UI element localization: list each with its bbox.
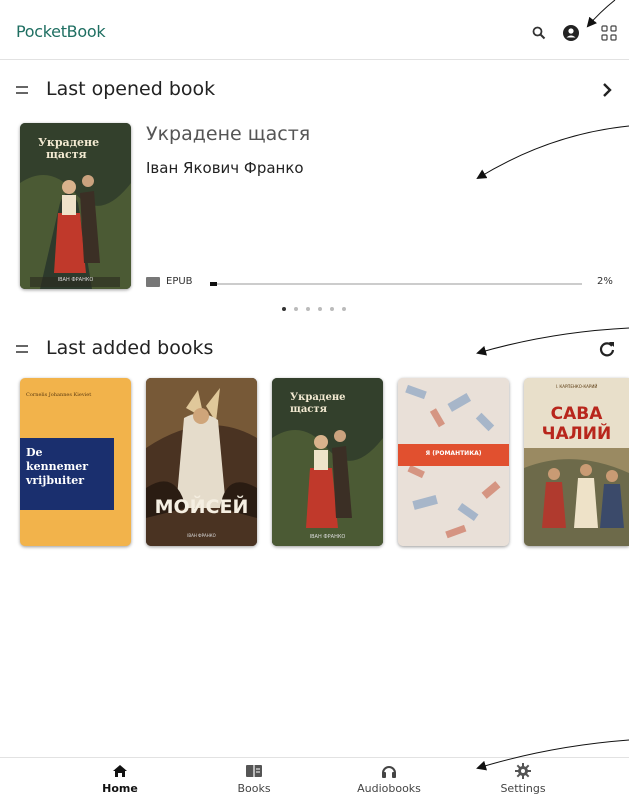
headphones-icon bbox=[344, 760, 434, 782]
carousel-dot[interactable] bbox=[294, 307, 298, 311]
carousel-dot[interactable] bbox=[318, 307, 322, 311]
book-cover-2[interactable]: МОЙСЕЙ ІВАН ФРАНКО bbox=[146, 378, 257, 546]
carousel-dot[interactable] bbox=[306, 307, 310, 311]
book-title[interactable]: Украдене щастя bbox=[146, 123, 310, 145]
cover-title-line: щастя bbox=[46, 148, 87, 161]
last-opened-cover[interactable]: Украдене щастя ІВАН ФРАНКО bbox=[20, 123, 131, 289]
cover-author: Cornelis Johannes Kieviet bbox=[26, 392, 92, 398]
drag-handle-icon[interactable] bbox=[16, 345, 28, 353]
nav-label: Books bbox=[237, 782, 271, 795]
section-title: Last opened book bbox=[46, 78, 216, 100]
cover-title: Украдене щастя bbox=[290, 392, 346, 415]
section-title: Last added books bbox=[46, 337, 214, 359]
app-logo: PocketBook bbox=[16, 22, 106, 41]
books-icon bbox=[209, 760, 299, 782]
nav-home[interactable]: Home bbox=[75, 760, 165, 795]
nav-label: Audiobooks bbox=[357, 782, 421, 795]
carousel-dot[interactable] bbox=[330, 307, 334, 311]
cover-author: ІВАН ФРАНКО bbox=[187, 533, 216, 538]
carousel-dot[interactable] bbox=[342, 307, 346, 311]
nav-label: Home bbox=[102, 782, 138, 795]
folder-icon bbox=[146, 276, 160, 287]
carousel-dot[interactable] bbox=[282, 307, 286, 311]
cover-author: ІВАН ФРАНКО bbox=[309, 534, 346, 540]
annotation-arrows bbox=[476, 0, 629, 771]
book-cover-3[interactable]: Украдене щастя ІВАН ФРАНКО bbox=[272, 378, 383, 546]
drag-handle-icon[interactable] bbox=[16, 86, 28, 94]
book-format: EPUB bbox=[146, 276, 193, 287]
home-icon bbox=[75, 760, 165, 782]
nav-books[interactable]: Books bbox=[209, 760, 299, 795]
carousel-dots bbox=[282, 307, 346, 311]
cover-title: МОЙСЕЙ bbox=[154, 496, 249, 518]
cover-title: De kennemer vrijbuiter bbox=[20, 438, 114, 510]
book-author: Іван Якович Франко bbox=[146, 159, 304, 177]
nav-audiobooks[interactable]: Audiobooks bbox=[344, 760, 434, 795]
cover-author: ІВАН ФРАНКО bbox=[57, 277, 94, 283]
progress-fill bbox=[210, 282, 218, 286]
book-cover-1[interactable]: Cornelis Johannes Kieviet De kennemer vr… bbox=[20, 378, 131, 546]
format-label: EPUB bbox=[166, 276, 193, 287]
